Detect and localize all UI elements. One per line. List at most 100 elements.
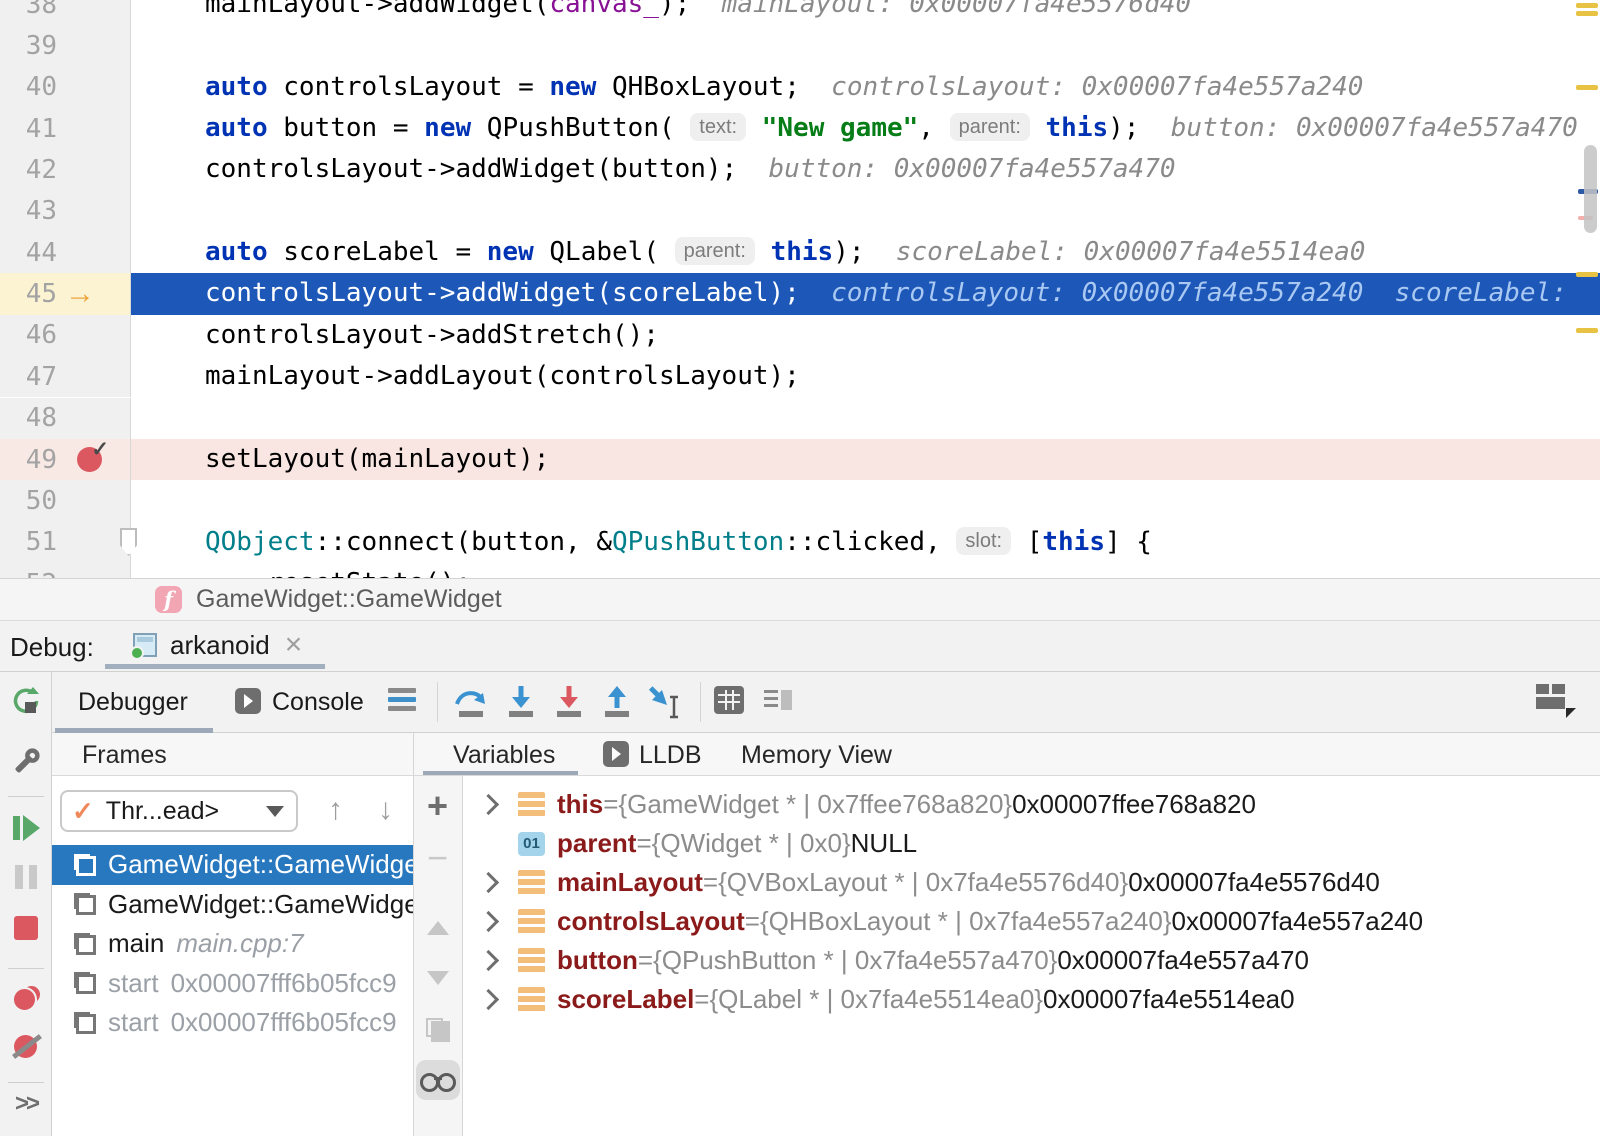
stripe-mark: [1576, 328, 1598, 333]
expand-chevron-icon[interactable]: [478, 911, 499, 932]
tab-console[interactable]: Console: [272, 688, 364, 717]
frame-row[interactable]: GameWidget::GameWidget: [52, 885, 413, 925]
code-line-41[interactable]: 41auto button = new QPushButton( text: "…: [0, 108, 1600, 149]
rerun-icon[interactable]: [0, 686, 52, 718]
expand-chevron-icon[interactable]: [478, 872, 499, 893]
editor-scrollbar-thumb[interactable]: [1584, 145, 1597, 233]
expand-chevron-icon[interactable]: [478, 989, 499, 1010]
no-chevron: [478, 833, 499, 854]
restore-layout-icon[interactable]: [1536, 684, 1572, 716]
code-line-52[interactable]: 52 resetState();: [0, 563, 1600, 578]
session-tab-arkanoid[interactable]: arkanoid ×: [105, 621, 302, 669]
gutter-line-41[interactable]: 41: [0, 108, 131, 149]
code-line-51[interactable]: 51QObject::connect(button, &QPushButton:…: [0, 522, 1600, 563]
panel-divider[interactable]: [413, 733, 414, 1136]
gutter-line-45[interactable]: 45→: [0, 273, 131, 314]
session-tab-label: arkanoid: [170, 630, 270, 661]
gutter-line-50[interactable]: 50: [0, 480, 131, 521]
breakpoint-icon[interactable]: ✓: [77, 447, 102, 472]
tab-memory-view[interactable]: Memory View: [741, 741, 892, 770]
force-step-into-icon[interactable]: [552, 684, 586, 720]
breadcrumb-item[interactable]: GameWidget::GameWidget: [196, 585, 502, 614]
variable-row[interactable]: mainLayout = {QVBoxLayout * | 0x7fa4e557…: [463, 863, 1600, 902]
gutter-line-39[interactable]: 39: [0, 25, 131, 66]
tab-variables[interactable]: Variables: [453, 741, 555, 770]
stop-icon[interactable]: [0, 916, 52, 940]
code-line-49[interactable]: 49✓setLayout(mainLayout);: [0, 439, 1600, 480]
step-into-icon[interactable]: [504, 684, 538, 720]
code-line-46[interactable]: 46controlsLayout->addStretch();: [0, 315, 1600, 356]
gutter-line-44[interactable]: 44: [0, 232, 131, 273]
gutter-line-52[interactable]: 52: [0, 563, 131, 578]
resume-icon[interactable]: [0, 815, 52, 841]
variable-value: 0x00007ffee768a820: [1012, 789, 1256, 820]
line-number: 50: [0, 486, 57, 516]
step-out-icon[interactable]: [600, 684, 634, 720]
frame-row[interactable]: start0x00007fff6b05fcc9: [52, 964, 413, 1004]
variable-row[interactable]: 01parent = {QWidget * | 0x0} NULL: [463, 824, 1600, 863]
layout-options-icon[interactable]: [388, 688, 416, 716]
close-icon[interactable]: ×: [285, 632, 303, 658]
next-frame-icon[interactable]: ↓: [378, 793, 393, 827]
gutter-line-46[interactable]: 46: [0, 315, 131, 356]
struct-variable-icon: [518, 948, 545, 973]
frame-label: main: [108, 928, 164, 959]
gutter-line-42[interactable]: 42: [0, 149, 131, 190]
expand-chevron-icon[interactable]: [478, 794, 499, 815]
remove-watch-icon[interactable]: −: [413, 837, 462, 879]
move-down-icon[interactable]: [413, 971, 462, 985]
copy-icon[interactable]: [413, 1018, 462, 1042]
code-line-39[interactable]: 39: [0, 25, 1600, 66]
line-number: 38: [0, 0, 57, 20]
stripe-mark: [1576, 272, 1598, 277]
variable-type: {QPushButton * | 0x7fa4e557a470}: [653, 945, 1057, 976]
gutter-line-38[interactable]: 38: [0, 0, 131, 25]
thread-selector[interactable]: ✓ Thr...ead>: [60, 790, 298, 832]
gutter-line-48[interactable]: 48: [0, 398, 131, 439]
expand-chevron-icon[interactable]: [478, 950, 499, 971]
code-line-48[interactable]: 48: [0, 398, 1600, 439]
pause-icon[interactable]: [0, 865, 52, 889]
tab-lldb[interactable]: LLDB: [639, 741, 702, 770]
move-up-icon[interactable]: [413, 921, 462, 935]
code-line-43[interactable]: 43: [0, 191, 1600, 232]
variable-row[interactable]: controlsLayout = {QHBoxLayout * | 0x7fa4…: [463, 902, 1600, 941]
code-line-47[interactable]: 47mainLayout->addLayout(controlsLayout);: [0, 356, 1600, 397]
variable-row[interactable]: this = {GameWidget * | 0x7ffee768a820} 0…: [463, 785, 1600, 824]
code-token: controlsLayout: 0x00007fa4e557a240 score…: [800, 278, 1567, 308]
add-watch-icon[interactable]: +: [413, 785, 462, 827]
view-breakpoints-icon[interactable]: [0, 986, 52, 1012]
code-editor[interactable]: 38mainLayout->addWidget(canvas_); mainLa…: [0, 0, 1600, 578]
gutter-line-43[interactable]: 43: [0, 191, 131, 232]
code-line-38[interactable]: 38mainLayout->addWidget(canvas_); mainLa…: [0, 0, 1600, 25]
frame-row[interactable]: start0x00007fff6b05fcc9: [52, 1003, 413, 1043]
show-watches-icon[interactable]: [413, 1060, 462, 1100]
gutter-line-47[interactable]: 47: [0, 356, 131, 397]
code-line-45[interactable]: 45→controlsLayout->addWidget(scoreLabel)…: [0, 273, 1600, 314]
code-line-42[interactable]: 42controlsLayout->addWidget(button); but…: [0, 149, 1600, 190]
variable-row[interactable]: scoreLabel = {QLabel * | 0x7fa4e5514ea0}…: [463, 980, 1600, 1019]
show-variables-icon[interactable]: [764, 688, 794, 714]
struct-variable-icon: [518, 987, 545, 1012]
code-token: [755, 237, 771, 267]
variable-type: {QHBoxLayout * | 0x7fa4e557a240}: [760, 906, 1172, 937]
frame-row[interactable]: mainmain.cpp:7: [52, 924, 413, 964]
gutter-line-40[interactable]: 40: [0, 67, 131, 108]
settings-wrench-icon[interactable]: [0, 746, 52, 778]
more-icon[interactable]: >>: [0, 1090, 52, 1118]
line-number: 48: [0, 403, 57, 433]
frame-row[interactable]: GameWidget::GameWidget: [52, 845, 413, 885]
run-to-cursor-icon[interactable]: [646, 684, 686, 722]
gutter-line-51[interactable]: 51: [0, 522, 131, 563]
mute-breakpoints-icon[interactable]: [0, 1032, 52, 1060]
tab-debugger[interactable]: Debugger: [78, 688, 188, 717]
struct-variable-icon: [518, 792, 545, 817]
code-line-50[interactable]: 50: [0, 480, 1600, 521]
gutter-line-49[interactable]: 49✓: [0, 439, 131, 480]
code-line-44[interactable]: 44auto scoreLabel = new QLabel( parent: …: [0, 232, 1600, 273]
evaluate-expression-icon[interactable]: [714, 686, 744, 714]
code-line-40[interactable]: 40auto controlsLayout = new QHBoxLayout;…: [0, 67, 1600, 108]
previous-frame-icon[interactable]: ↑: [328, 793, 343, 827]
step-over-icon[interactable]: [452, 684, 490, 720]
variable-row[interactable]: button = {QPushButton * | 0x7fa4e557a470…: [463, 941, 1600, 980]
